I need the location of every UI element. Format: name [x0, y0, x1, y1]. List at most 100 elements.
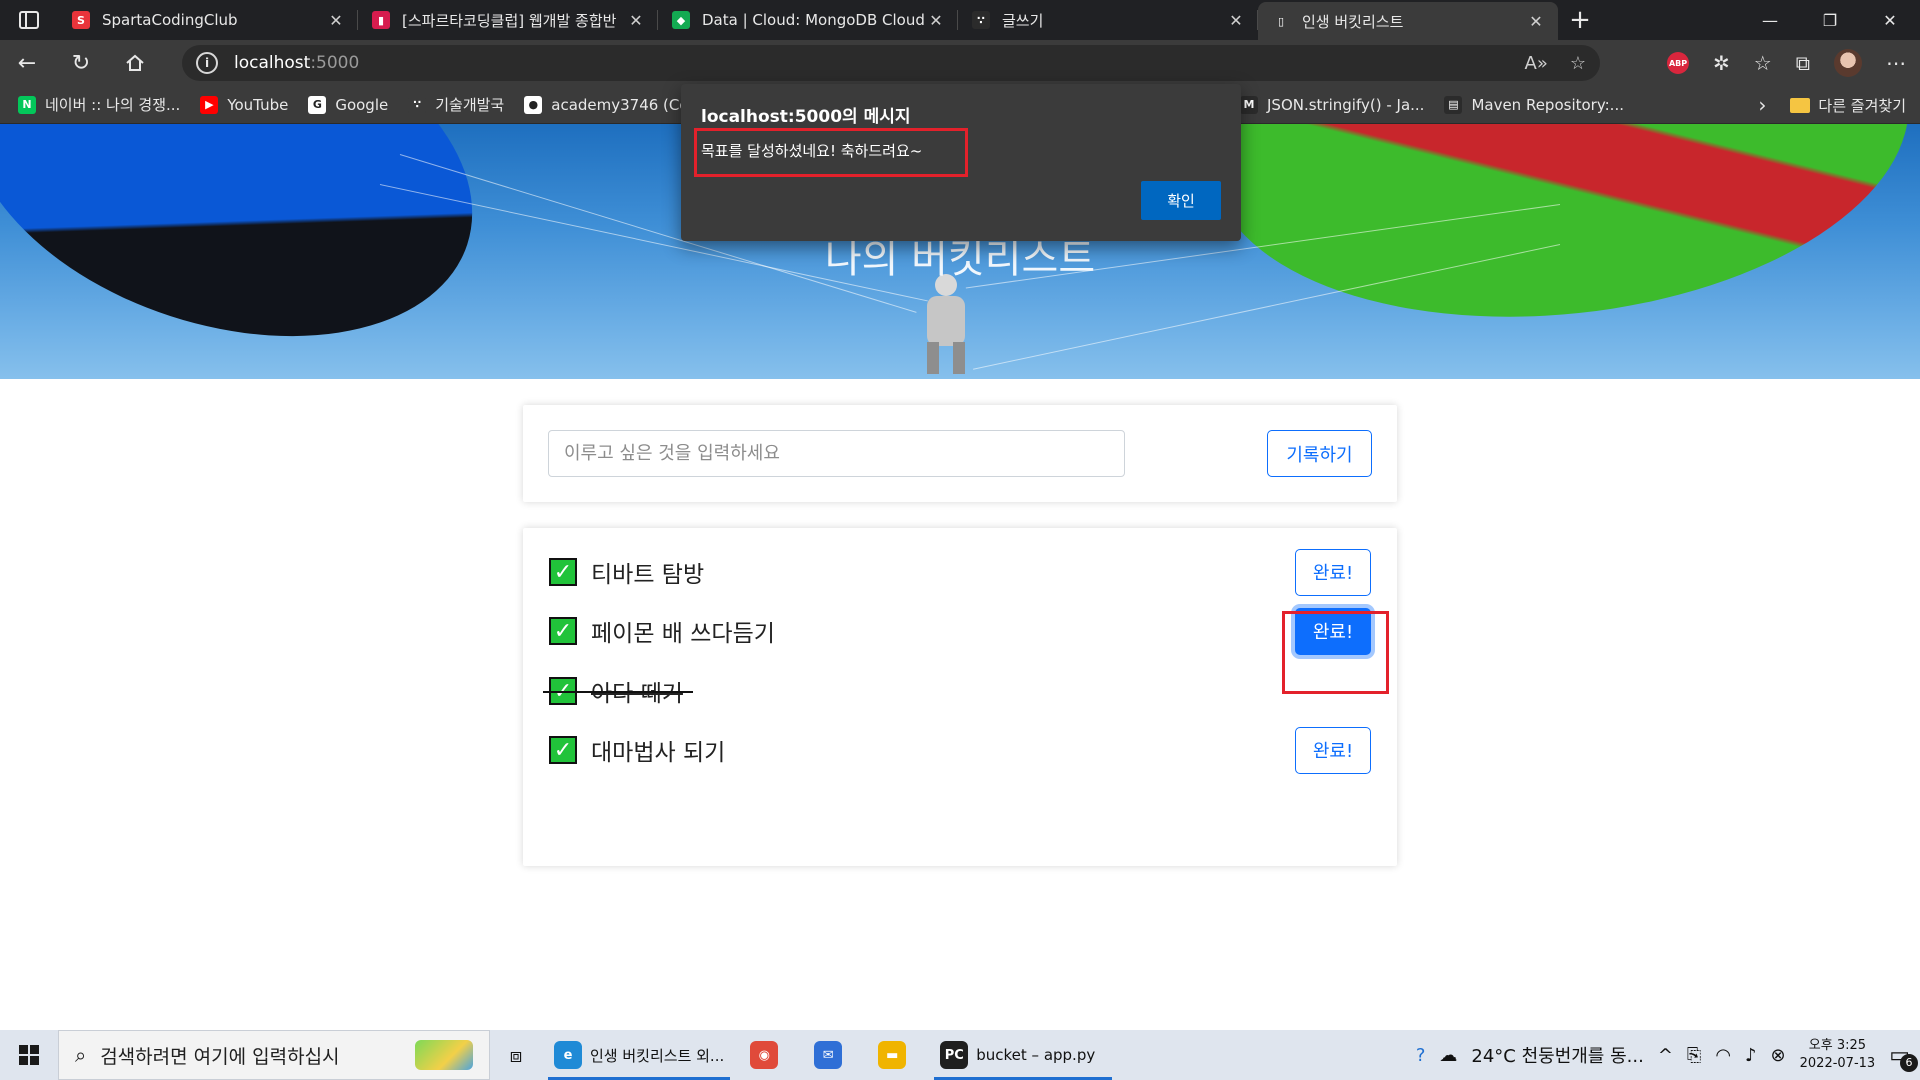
taskbar-app-icon: PC	[940, 1041, 969, 1069]
tab-title: [스파르타코딩클럽] 웹개발 종합반	[402, 11, 617, 30]
bucket-list-item: ✓ 아다 떼기	[543, 666, 1371, 716]
tab-close-icon[interactable]: ✕	[1526, 12, 1546, 31]
volume-icon[interactable]: ♪	[1745, 1045, 1757, 1066]
tab-close-icon[interactable]: ✕	[1226, 11, 1246, 30]
search-highlight-icon[interactable]	[415, 1040, 473, 1070]
close-icon: ✕	[1883, 10, 1897, 30]
read-aloud-icon[interactable]: A»	[1525, 53, 1548, 74]
tab-close-icon[interactable]: ✕	[326, 11, 346, 30]
minimize-button[interactable]: —	[1740, 0, 1800, 40]
start-button[interactable]	[0, 1030, 58, 1080]
task-view-icon: ⧈	[509, 1043, 523, 1067]
new-tab-button[interactable]: +	[1558, 0, 1602, 40]
favorite-star-icon[interactable]: ☆	[1570, 53, 1586, 74]
bookmark-label: Google	[335, 95, 389, 114]
taskbar-app-icon: e	[554, 1041, 582, 1069]
minimize-icon: —	[1762, 10, 1778, 30]
address-host: localhost	[234, 53, 311, 73]
goal-input-card: 기록하기	[523, 405, 1397, 502]
taskbar-app-4[interactable]: PC bucket – app.py	[928, 1030, 1118, 1080]
complete-button[interactable]: 완료!	[1295, 548, 1371, 596]
search-icon: ⌕	[75, 1043, 87, 1067]
taskbar-app-0[interactable]: e 인생 버킷리스트 외...	[542, 1030, 736, 1080]
bookmark-item[interactable]: M JSON.stringify() - Ja...	[1240, 95, 1424, 114]
tab-close-icon[interactable]: ✕	[626, 11, 646, 30]
bookmark-icon: M	[1240, 95, 1258, 114]
more-menu-icon[interactable]: ⋯	[1886, 51, 1906, 75]
bucket-list-item: ✓ 티바트 탐방 완료!	[549, 547, 1371, 597]
home-icon	[126, 54, 144, 71]
browser-tab-3[interactable]: ∵ 글쓰기 ✕	[958, 0, 1258, 40]
chevron-up-icon[interactable]: ^	[1658, 1045, 1673, 1066]
site-info-icon[interactable]: i	[196, 52, 218, 74]
tab-favicon-icon: ◆	[672, 11, 690, 29]
bookmark-label: 네이버 :: 나의 경쟁...	[45, 96, 181, 114]
dialog-title: localhost:5000의 메시지	[701, 107, 911, 127]
bookmark-item[interactable]: ∵ 기술개발국	[408, 94, 504, 115]
address-bar[interactable]: i localhost :5000 A» ☆	[182, 45, 1600, 81]
close-window-button[interactable]: ✕	[1860, 0, 1920, 40]
taskbar-app-label: bucket – app.py	[976, 1046, 1096, 1064]
wifi-icon[interactable]: ◠	[1715, 1045, 1731, 1066]
notification-count-badge: 6	[1900, 1053, 1918, 1072]
bookmark-item[interactable]: ▤ Maven Repository:...	[1444, 95, 1624, 114]
browser-toolbar: ← ↻ i localhost :5000 A» ☆ ABP ✲ ☆ ⧉ ⋯	[0, 40, 1920, 86]
other-bookmarks-folder[interactable]: 다른 즐겨찾기	[1790, 95, 1906, 116]
complete-button[interactable]: 완료!	[1295, 726, 1371, 774]
tab-title: Data | Cloud: MongoDB Cloud	[702, 11, 925, 29]
extensions-icon[interactable]: ✲	[1713, 51, 1730, 75]
save-goal-button[interactable]: 기록하기	[1267, 430, 1372, 477]
back-button[interactable]: ←	[0, 40, 54, 86]
task-view-button[interactable]: ⧈	[490, 1030, 542, 1080]
bookmark-item[interactable]: G Google	[308, 94, 388, 115]
adblock-plus-icon[interactable]: ABP	[1667, 52, 1690, 74]
notification-center-button[interactable]: ▭ 6	[1889, 1043, 1918, 1072]
clock-time: 오후 3:25	[1808, 1038, 1867, 1053]
weather-text[interactable]: 24°C 천둥번개를 동...	[1471, 1042, 1643, 1068]
meet-now-icon[interactable]: ⎘	[1687, 1045, 1701, 1066]
browser-tab-2[interactable]: ◆ Data | Cloud: MongoDB Cloud ✕	[658, 0, 958, 40]
windows-icon	[19, 1045, 39, 1065]
tab-actions-button[interactable]	[0, 0, 58, 40]
other-bookmarks-label: 다른 즐겨찾기	[1818, 96, 1906, 115]
bookmark-icon: ●	[524, 95, 543, 114]
browser-tab-0[interactable]: S SpartaCodingClub ✕	[58, 0, 358, 40]
browser-tab-1[interactable]: ▮ [스파르타코딩클럽] 웹개발 종합반 ✕	[358, 0, 658, 40]
tab-title: SpartaCodingClub	[102, 11, 238, 29]
tab-close-icon[interactable]: ✕	[926, 11, 946, 30]
taskbar-app-label: 인생 버킷리스트 외...	[590, 1046, 725, 1065]
checkbox-checked-icon: ✓	[549, 736, 577, 764]
restore-button[interactable]: ❐	[1800, 0, 1860, 40]
home-button[interactable]	[108, 40, 162, 86]
no-network-icon[interactable]: ⊗	[1771, 1045, 1786, 1066]
profile-avatar[interactable]	[1834, 49, 1862, 77]
collections-icon[interactable]: ⧉	[1796, 51, 1810, 75]
checkbox-checked-icon: ✓	[549, 617, 577, 645]
bucket-list-item: ✓ 대마법사 되기 완료!	[549, 725, 1371, 775]
bookmark-label: YouTube	[227, 95, 289, 114]
favorites-icon[interactable]: ☆	[1754, 51, 1772, 75]
taskbar-app-3[interactable]: ▬	[864, 1030, 928, 1080]
taskbar-search[interactable]: ⌕ 검색하려면 여기에 입력하십시	[58, 1030, 490, 1080]
folder-icon	[1790, 97, 1811, 113]
taskbar-app-icon: ✉	[814, 1041, 843, 1069]
bookmark-item[interactable]: ● academy3746 (Co	[524, 94, 689, 115]
bookmark-item[interactable]: N 네이버 :: 나의 경쟁...	[18, 94, 180, 115]
bookmark-icon: ▶	[200, 95, 219, 114]
bookmark-label: Maven Repository:...	[1471, 95, 1624, 114]
bucket-item-text: 페이몬 배 쓰다듬기	[591, 621, 775, 647]
taskbar-app-1[interactable]: ◉	[736, 1030, 800, 1080]
bookmark-item[interactable]: ▶ YouTube	[200, 94, 288, 115]
clock[interactable]: 오후 3:25 2022-07-13	[1800, 1037, 1876, 1073]
bookmark-icon: ▤	[1444, 95, 1463, 114]
taskbar-app-2[interactable]: ✉	[800, 1030, 864, 1080]
goal-input[interactable]	[548, 430, 1125, 477]
dialog-ok-button[interactable]: 확인	[1141, 181, 1221, 220]
help-icon[interactable]: ?	[1416, 1045, 1426, 1066]
refresh-button[interactable]: ↻	[54, 40, 108, 86]
chevron-right-icon[interactable]: ›	[1758, 93, 1766, 117]
weather-icon: ☁	[1439, 1044, 1458, 1066]
taskbar-app-icon: ◉	[750, 1041, 779, 1069]
alert-dialog: localhost:5000의 메시지 목표를 달성하셨네요! 축하드려요~ 확…	[681, 84, 1241, 241]
browser-tab-4[interactable]: ▯ 인생 버킷리스트 ✕	[1258, 2, 1558, 40]
